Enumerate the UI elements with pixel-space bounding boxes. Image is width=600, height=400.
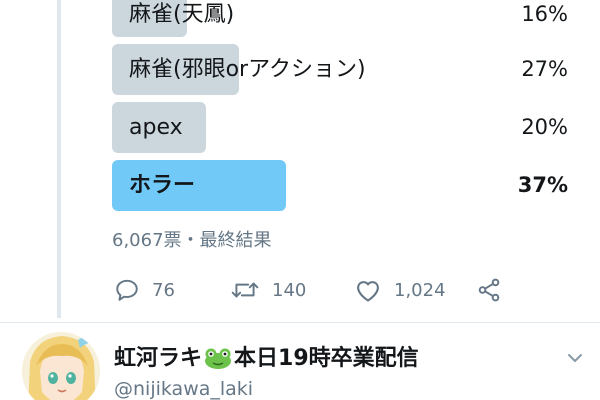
display-name-part2: 本日19時卒業配信 (234, 346, 419, 371)
retweet-count: 140 (272, 279, 307, 301)
poll-option: apex 20% (112, 102, 568, 160)
poll-option-percent: 16% (521, 2, 568, 26)
reply-button[interactable]: 76 (114, 270, 175, 310)
poll-option-winner: ホラー 37% (112, 160, 568, 218)
next-tweet-header: 虹河ラキ 本日19時卒業配信 (114, 340, 584, 375)
poll: 麻雀(天鳳) 16% 麻雀(邪眼orアクション) 27% apex 20% ホラ… (112, 0, 568, 218)
share-button[interactable] (476, 270, 502, 310)
chevron-down-icon (566, 350, 584, 369)
retweet-icon (230, 277, 260, 303)
poll-option-label: 麻雀(邪眼orアクション) (129, 57, 366, 82)
poll-option-percent: 20% (521, 115, 568, 139)
reply-count: 76 (152, 279, 175, 301)
heart-icon (354, 277, 382, 303)
poll-option-label: apex (129, 115, 183, 140)
poll-option-percent: 27% (521, 57, 568, 81)
like-count: 1,024 (394, 279, 446, 301)
poll-option-label: 麻雀(天鳳) (129, 2, 235, 27)
reply-icon (114, 277, 140, 303)
tweet-menu-button[interactable] (566, 350, 584, 369)
poll-option-label: ホラー (129, 173, 196, 198)
retweet-button[interactable]: 140 (230, 270, 306, 310)
share-icon (476, 277, 502, 303)
display-name-part1: 虹河ラキ (114, 346, 203, 371)
avatar[interactable] (22, 332, 100, 400)
frog-icon (204, 347, 232, 375)
thread-connector-line (57, 0, 61, 318)
poll-option: 麻雀(天鳳) 16% (112, 0, 568, 44)
poll-vote-summary: 6,067票・最終結果 (112, 230, 272, 251)
display-name[interactable]: 虹河ラキ 本日19時卒業配信 (114, 340, 584, 375)
like-button[interactable]: 1,024 (354, 270, 446, 310)
poll-option-percent: 37% (517, 173, 568, 197)
user-handle: @nijikawa_laki (114, 378, 254, 400)
tweet-separator (0, 322, 600, 323)
poll-option: 麻雀(邪眼orアクション) 27% (112, 44, 568, 102)
tweet-actions: 76 140 1,024 (110, 270, 510, 310)
